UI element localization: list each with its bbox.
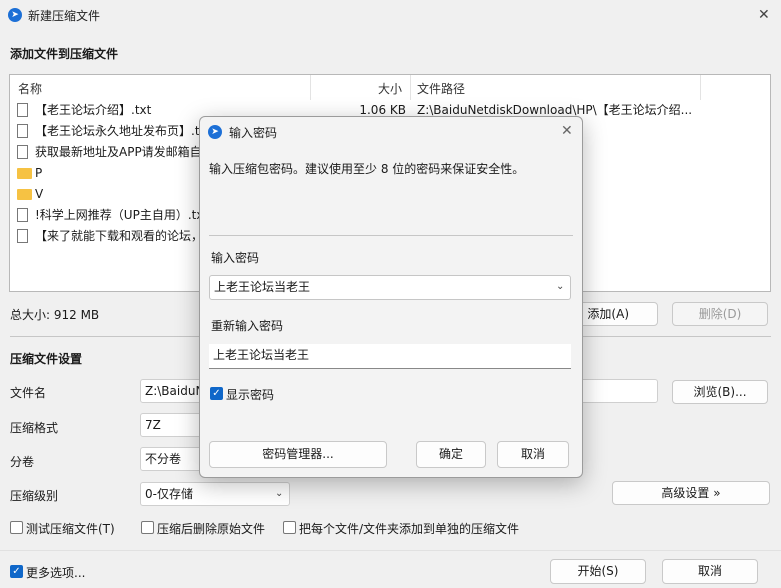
- ok-button[interactable]: 确定: [416, 441, 486, 468]
- divider: [583, 336, 771, 337]
- advanced-settings-button[interactable]: 高级设置 »: [612, 481, 770, 505]
- dialog-cancel-button[interactable]: 取消: [497, 441, 569, 468]
- separate-archives-checkbox[interactable]: [283, 521, 296, 534]
- start-button[interactable]: 开始(S): [550, 559, 646, 584]
- close-icon[interactable]: ✕: [758, 7, 770, 23]
- password-dialog: ➤ 输入密码 ✕ 输入压缩包密码。建议使用至少 8 位的密码来保证安全性。 输入…: [199, 116, 583, 478]
- folder-icon: [17, 168, 32, 179]
- password-value: 上老王论坛当老王: [214, 280, 311, 294]
- show-password-label: 显示密码: [226, 388, 275, 402]
- add-files-heading: 添加文件到压缩文件: [10, 47, 119, 61]
- file-icon: [17, 229, 28, 243]
- split-select[interactable]: 不分卷: [140, 447, 202, 471]
- dialog-title: 输入密码: [229, 126, 278, 140]
- divider: [10, 336, 200, 337]
- password-manager-button[interactable]: 密码管理器...: [209, 441, 387, 468]
- total-size: 总大小: 912 MB: [10, 308, 100, 322]
- password-label: 输入密码: [211, 251, 260, 265]
- file-icon: [17, 124, 28, 138]
- test-archive-checkbox[interactable]: [10, 521, 23, 534]
- repeat-password-input[interactable]: 上老王论坛当老王: [209, 344, 571, 369]
- filename-label: 文件名: [10, 386, 47, 400]
- browse-button[interactable]: 浏览(B)...: [672, 380, 768, 404]
- more-options-label: 更多选项...: [26, 566, 86, 580]
- column-separator: [310, 75, 311, 100]
- format-label: 压缩格式: [10, 421, 59, 435]
- settings-heading: 压缩文件设置: [10, 352, 83, 366]
- repeat-password-label: 重新输入密码: [211, 319, 284, 333]
- cancel-button[interactable]: 取消: [662, 559, 758, 584]
- folder-icon: [17, 189, 32, 200]
- app-logo-icon: ➤: [8, 8, 22, 22]
- delete-button[interactable]: 删除(D): [672, 302, 768, 326]
- window-title: 新建压缩文件: [28, 9, 101, 23]
- column-separator: [700, 75, 701, 100]
- close-icon[interactable]: ✕: [561, 123, 573, 139]
- show-password-checkbox[interactable]: ✓: [210, 387, 223, 400]
- format-select[interactable]: 7Z: [140, 413, 202, 437]
- chevron-down-icon[interactable]: ⌄: [556, 276, 564, 298]
- list-header: 名称 大小 文件路径: [10, 75, 770, 100]
- column-header-size[interactable]: 大小: [378, 80, 402, 97]
- column-separator: [410, 75, 411, 100]
- level-select-value: 0-仅存储: [145, 487, 193, 501]
- file-icon: [17, 103, 28, 117]
- column-header-path[interactable]: 文件路径: [417, 80, 465, 97]
- delete-after-checkbox[interactable]: [141, 521, 154, 534]
- column-header-name[interactable]: 名称: [18, 80, 42, 97]
- dialog-description: 输入压缩包密码。建议使用至少 8 位的密码来保证安全性。: [209, 162, 525, 176]
- more-options-checkbox[interactable]: ✓: [10, 565, 23, 578]
- divider: [209, 235, 573, 236]
- level-label: 压缩级别: [10, 489, 59, 503]
- test-archive-label: 测试压缩文件(T): [26, 522, 115, 536]
- password-input[interactable]: 上老王论坛当老王 ⌄: [209, 275, 571, 300]
- chevron-down-icon: ⌄: [275, 488, 284, 499]
- title-bar: ➤ 新建压缩文件 ✕: [0, 0, 781, 30]
- level-select[interactable]: 0-仅存储 ⌄: [140, 482, 290, 506]
- split-label: 分卷: [10, 455, 35, 469]
- delete-after-label: 压缩后删除原始文件: [157, 522, 266, 536]
- file-icon: [17, 145, 28, 159]
- file-icon: [17, 208, 28, 222]
- separate-archives-label: 把每个文件/文件夹添加到单独的压缩文件: [299, 522, 520, 536]
- app-logo-icon: ➤: [208, 125, 222, 139]
